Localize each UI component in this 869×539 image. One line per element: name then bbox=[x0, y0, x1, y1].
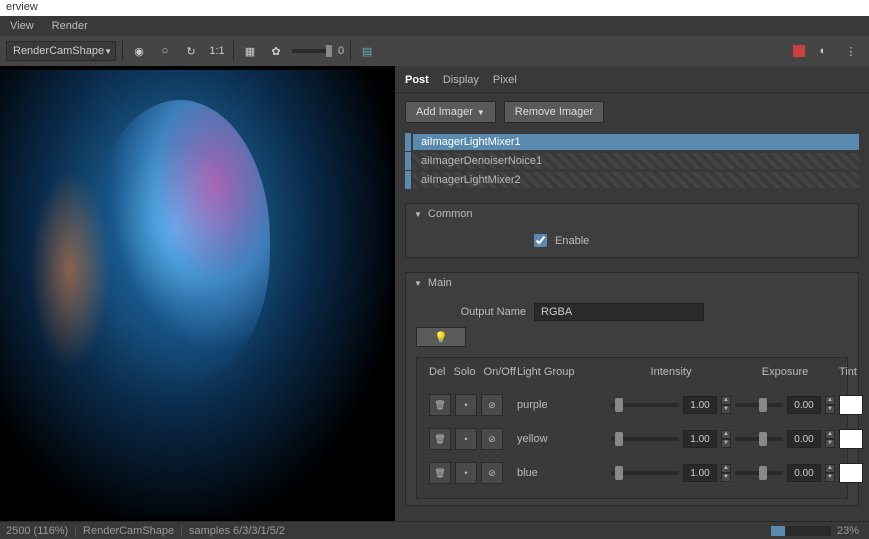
window-title: erview bbox=[6, 1, 38, 13]
exposure-input[interactable] bbox=[787, 464, 821, 482]
circle-icon[interactable]: ○ bbox=[155, 41, 175, 61]
output-name-input[interactable] bbox=[534, 303, 704, 321]
remove-imager-button[interactable]: Remove Imager bbox=[504, 101, 604, 123]
zoom-actual-button[interactable]: 1:1 bbox=[207, 41, 227, 61]
tab-pixel[interactable]: Pixel bbox=[493, 72, 517, 88]
intensity-input[interactable] bbox=[683, 464, 717, 482]
toggle-button[interactable]: ⊘ bbox=[481, 462, 503, 484]
divider bbox=[122, 41, 123, 61]
menu-bar: View Render bbox=[0, 16, 869, 36]
camera-dropdown[interactable]: RenderCamShape ▼ bbox=[6, 41, 116, 61]
tint-swatch[interactable] bbox=[839, 429, 863, 449]
spinner[interactable]: ▲▼ bbox=[825, 430, 835, 448]
spinner[interactable]: ▲▼ bbox=[825, 396, 835, 414]
target-icon[interactable]: ◉ bbox=[129, 41, 149, 61]
exposure-slider[interactable] bbox=[735, 471, 783, 475]
divider bbox=[350, 41, 351, 61]
solo-button[interactable]: • bbox=[455, 428, 477, 450]
render-viewport[interactable] bbox=[0, 66, 395, 521]
dots-icon[interactable]: ⋮ bbox=[841, 41, 861, 61]
status-bar: 2500 (116%) | RenderCamShape | samples 6… bbox=[0, 521, 869, 539]
tint-swatch[interactable] bbox=[839, 463, 863, 483]
refresh-icon[interactable]: ↻ bbox=[181, 41, 201, 61]
exposure-slider[interactable] bbox=[735, 403, 783, 407]
progress-bar bbox=[771, 526, 831, 536]
exposure-input[interactable] bbox=[787, 396, 821, 414]
delete-button[interactable]: 🗑 bbox=[429, 394, 451, 416]
group-name: purple bbox=[517, 399, 607, 411]
intensity-slider[interactable] bbox=[611, 403, 679, 407]
intensity-input[interactable] bbox=[683, 430, 717, 448]
tab-bar: Post Display Pixel bbox=[395, 66, 869, 93]
solo-button[interactable]: • bbox=[455, 462, 477, 484]
light-groups-grid: Del Solo On/Off Light Group Intensity Ex… bbox=[416, 357, 848, 499]
collapse-icon: ▼ bbox=[414, 279, 422, 288]
spinner[interactable]: ▲▼ bbox=[721, 396, 731, 414]
add-imager-button[interactable]: Add Imager ▼ bbox=[405, 101, 496, 123]
intensity-slider[interactable] bbox=[611, 437, 679, 441]
status-resolution: 2500 (116%) bbox=[6, 525, 68, 537]
spinner[interactable]: ▲▼ bbox=[721, 464, 731, 482]
divider bbox=[233, 41, 234, 61]
tab-display[interactable]: Display bbox=[443, 72, 479, 88]
intensity-input[interactable] bbox=[683, 396, 717, 414]
light-group-row: 🗑 • ⊘ purple ▲▼ bbox=[425, 388, 839, 422]
exposure-input[interactable] bbox=[787, 430, 821, 448]
exposure-slider[interactable] bbox=[735, 437, 783, 441]
crop-icon[interactable]: ▦ bbox=[240, 41, 260, 61]
section-header[interactable]: ▼ Main bbox=[406, 273, 858, 293]
output-name-label: Output Name bbox=[416, 306, 526, 318]
delete-button[interactable]: 🗑 bbox=[429, 462, 451, 484]
status-samples: samples 6/3/3/1/5/2 bbox=[189, 525, 285, 537]
tint-swatch[interactable] bbox=[839, 395, 863, 415]
section-common: ▼ Common Enable bbox=[405, 203, 859, 258]
spinner[interactable]: ▲▼ bbox=[825, 464, 835, 482]
menu-view[interactable]: View bbox=[10, 20, 34, 32]
collapse-icon: ▼ bbox=[414, 210, 422, 219]
intensity-slider[interactable] bbox=[611, 471, 679, 475]
gear-icon[interactable]: ✿ bbox=[266, 41, 286, 61]
delete-button[interactable]: 🗑 bbox=[429, 428, 451, 450]
log-icon[interactable]: ▤ bbox=[357, 41, 377, 61]
comment-icon[interactable]: ◐ bbox=[813, 41, 833, 61]
imager-item[interactable]: aiImagerLightMixer1 bbox=[405, 133, 859, 151]
imager-list: aiImagerLightMixer1 aiImagerDenoiserNoic… bbox=[405, 133, 859, 189]
section-header[interactable]: ▼ Common bbox=[406, 204, 858, 224]
chevron-down-icon: ▼ bbox=[104, 47, 112, 56]
group-name: yellow bbox=[517, 433, 607, 445]
light-group-row: 🗑 • ⊘ yellow ▲▼ bbox=[425, 422, 839, 456]
progress-text: 23% bbox=[837, 525, 859, 537]
toolbar: RenderCamShape ▼ ◉ ○ ↻ 1:1 ▦ ✿ 0 ▤ ◐ ⋮ bbox=[0, 36, 869, 66]
exposure-slider[interactable] bbox=[292, 49, 332, 53]
spinner[interactable]: ▲▼ bbox=[721, 430, 731, 448]
render-image bbox=[0, 70, 391, 517]
toggle-button[interactable]: ⊘ bbox=[481, 394, 503, 416]
chevron-down-icon: ▼ bbox=[477, 108, 485, 117]
stop-render-button[interactable] bbox=[793, 45, 805, 57]
add-light-button[interactable]: 💡 bbox=[416, 327, 466, 347]
imager-item[interactable]: aiImagerLightMixer2 bbox=[405, 171, 859, 189]
enable-label: Enable bbox=[555, 235, 589, 247]
status-camera: RenderCamShape bbox=[83, 525, 174, 537]
menu-render[interactable]: Render bbox=[52, 20, 88, 32]
enable-checkbox[interactable] bbox=[534, 234, 547, 247]
section-main: ▼ Main Output Name 💡 Del bbox=[405, 272, 859, 506]
light-group-row: 🗑 • ⊘ blue ▲▼ bbox=[425, 456, 839, 490]
tab-post[interactable]: Post bbox=[405, 72, 429, 88]
toggle-button[interactable]: ⊘ bbox=[481, 428, 503, 450]
properties-panel: Post Display Pixel Add Imager ▼ Remove I… bbox=[395, 66, 869, 521]
solo-button[interactable]: • bbox=[455, 394, 477, 416]
group-name: blue bbox=[517, 467, 607, 479]
imager-item[interactable]: aiImagerDenoiserNoice1 bbox=[405, 152, 859, 170]
exposure-value: 0 bbox=[338, 45, 344, 57]
window-title-bar: erview bbox=[0, 0, 869, 16]
lightbulb-icon: 💡 bbox=[434, 331, 448, 344]
